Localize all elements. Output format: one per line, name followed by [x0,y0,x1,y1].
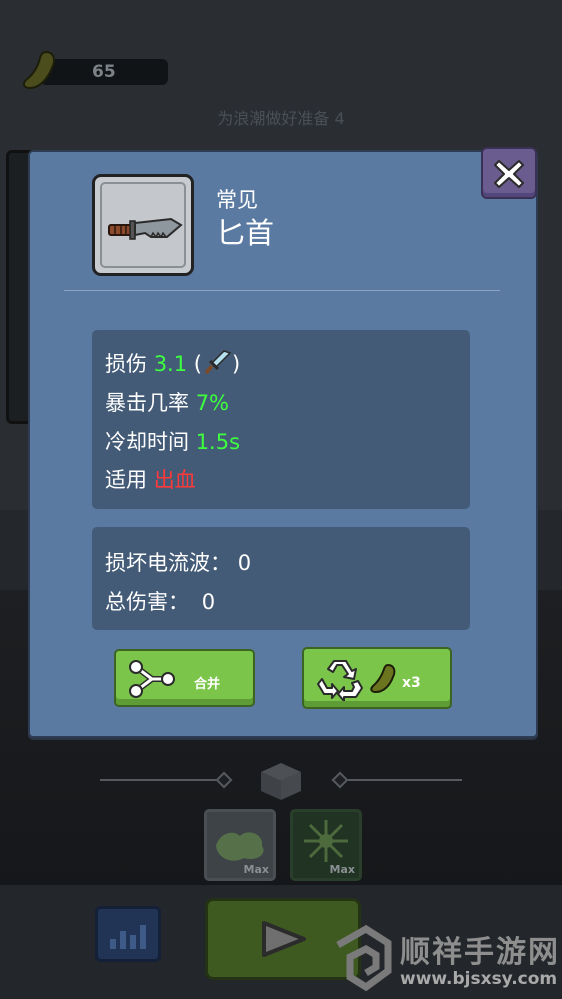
crit-row: 暴击几率 7% [105,387,229,417]
upgrade-slot-1[interactable]: Max [204,809,276,881]
watermark: 顺祥手游网 www.bjsxsy.com [330,925,562,999]
pickle-icon [22,50,55,90]
watermark-title: 顺祥手游网 [400,935,560,970]
total-damage-label: 总伤害： [105,590,189,614]
item-icon-frame [92,174,194,276]
sword-icon [202,349,232,380]
merge-label: 合并 [194,677,221,692]
total-damage-row: 总伤害： 0 [105,586,215,616]
damage-paren-close: ) [231,352,241,376]
merge-icon [129,660,175,698]
wave-prompt: 为浪潮做好准备 4 [217,109,345,128]
applies-row: 适用 出血 [105,464,196,494]
max-label: Max [243,863,269,876]
divider-right [342,779,462,781]
close-button[interactable] [481,147,537,199]
knife-icon [108,217,183,240]
stats-button[interactable] [95,906,161,962]
totals-panel: 损坏电流波： 0 总伤害： 0 [92,527,470,630]
max-label: Max [329,863,355,876]
cooldown-label: 冷却时间 [105,430,189,454]
watermark-url: www.bjsxsy.com [400,969,558,989]
destroyed-value: 0 [237,551,252,575]
recycle-button[interactable]: x3 [302,647,452,709]
splat-icon [216,832,264,861]
destroyed-row: 损坏电流波： 0 [105,547,251,577]
recycle-cost: x3 [402,675,421,691]
applies-value: 出血 [153,468,196,492]
watermark-logo-icon [336,925,392,992]
recycle-icon [317,660,363,701]
total-damage-value: 0 [201,590,216,614]
item-name: 匕首 [216,216,275,250]
currency-amount: 65 [92,62,116,82]
currency-display: 65 [22,50,168,90]
damage-paren-open: ( [193,352,202,376]
cooldown-row: 冷却时间 1.5s [105,426,240,456]
box-icon [261,763,301,800]
spike-icon [304,820,348,862]
dialog-separator [64,290,500,291]
cooldown-value: 1.5s [195,430,241,454]
stats-panel: 损伤 3.1 ( ) 暴击几率 7% 冷却时间 1.5s 适用 出血 [92,330,470,509]
pickle-icon [370,663,396,694]
divider-left [100,779,220,781]
damage-label: 损伤 [105,352,147,376]
applies-label: 适用 [105,468,147,492]
merge-button[interactable]: 合并 [114,649,255,707]
upgrade-slot-2[interactable]: Max [290,809,362,881]
damage-row: 损伤 3.1 ( ) [105,348,240,380]
destroyed-label: 损坏电流波： [105,551,231,575]
crit-label: 暴击几率 [105,391,189,415]
close-icon [494,160,524,188]
damage-value: 3.1 [153,352,188,376]
bar-chart-icon [110,925,146,949]
crit-value: 7% [195,391,230,415]
